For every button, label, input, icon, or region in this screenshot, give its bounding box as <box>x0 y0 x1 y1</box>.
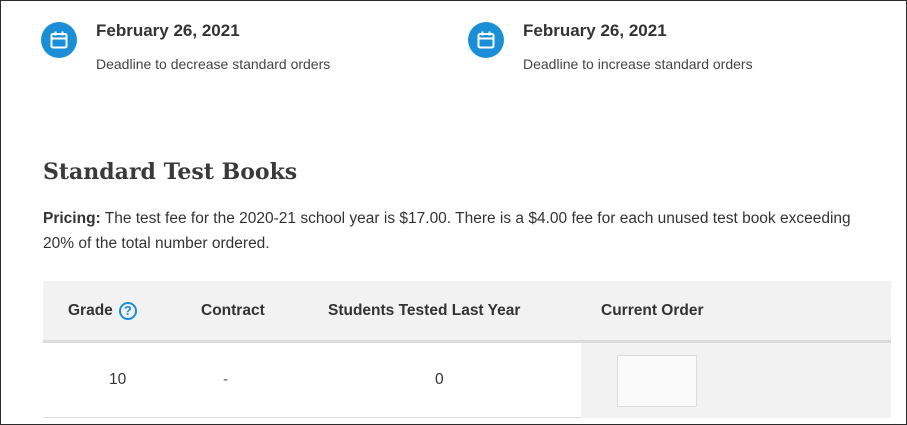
pricing-text: The test fee for the 2020-21 school year… <box>43 210 851 252</box>
cell-grade: 10 <box>109 371 127 388</box>
cell-students: 0 <box>435 371 444 388</box>
column-header-grade: Grade ? <box>68 281 137 340</box>
column-header-current-order: Current Order <box>601 301 704 319</box>
calendar-icon <box>41 22 77 58</box>
deadline-increase: February 26, 2021 Deadline to increase s… <box>468 19 753 72</box>
pricing-label: Pricing: <box>43 210 101 227</box>
deadline-date: February 26, 2021 <box>96 21 240 40</box>
deadline-description: Deadline to decrease standard orders <box>96 56 331 72</box>
deadline-description: Deadline to increase standard orders <box>523 56 753 72</box>
section-title: Standard Test Books <box>43 159 298 185</box>
table-header: Grade ? Contract Students Tested Last Ye… <box>43 281 891 343</box>
order-panel: February 26, 2021 Deadline to decrease s… <box>0 0 907 425</box>
table-row: 10 - 0 <box>43 343 891 418</box>
help-icon[interactable]: ? <box>118 301 137 320</box>
column-header-contract: Contract <box>201 301 265 319</box>
calendar-icon <box>468 22 504 58</box>
column-header-label: Grade <box>68 301 113 319</box>
cell-contract: - <box>223 371 229 388</box>
test-books-table: Grade ? Contract Students Tested Last Ye… <box>43 281 891 418</box>
column-header-students: Students Tested Last Year <box>328 301 521 319</box>
deadline-date: February 26, 2021 <box>523 21 667 40</box>
pricing-note: Pricing: The test fee for the 2020-21 sc… <box>43 206 883 256</box>
cell-current-order <box>581 343 891 418</box>
current-order-input[interactable] <box>617 355 697 407</box>
deadline-decrease: February 26, 2021 Deadline to decrease s… <box>41 19 330 72</box>
